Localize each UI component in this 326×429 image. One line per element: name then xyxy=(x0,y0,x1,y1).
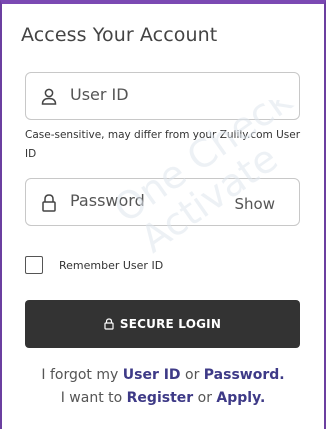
remember-label[interactable]: Remember User ID xyxy=(59,259,163,272)
remember-checkbox[interactable] xyxy=(25,256,43,274)
lock-icon xyxy=(104,318,114,330)
apply-link[interactable]: Apply. xyxy=(216,390,265,406)
password-field[interactable]: Password Show xyxy=(25,178,300,226)
register-links: I want to Register or Apply. xyxy=(0,390,326,406)
password-placeholder: Password xyxy=(70,191,145,210)
forgot-password-link[interactable]: Password. xyxy=(204,367,285,383)
register-link[interactable]: Register xyxy=(127,390,194,406)
user-id-field[interactable]: User ID xyxy=(25,72,300,120)
user-id-hint: Case-sensitive, may differ from your Zul… xyxy=(25,129,301,160)
or-text: or xyxy=(197,390,212,406)
secure-login-button[interactable]: SECURE LOGIN xyxy=(25,300,300,348)
want-prefix: I want to xyxy=(60,390,123,406)
show-password-toggle[interactable]: Show xyxy=(235,195,275,213)
user-icon xyxy=(41,88,57,105)
user-id-placeholder: User ID xyxy=(70,85,129,104)
page-title: Access Your Account xyxy=(21,24,218,46)
lock-icon xyxy=(42,194,56,212)
forgot-prefix: I forgot my xyxy=(41,367,119,383)
forgot-user-id-link[interactable]: User ID xyxy=(123,367,181,383)
or-text: or xyxy=(185,367,200,383)
forgot-links: I forgot my User ID or Password. xyxy=(0,367,326,383)
secure-login-label: SECURE LOGIN xyxy=(119,317,222,331)
